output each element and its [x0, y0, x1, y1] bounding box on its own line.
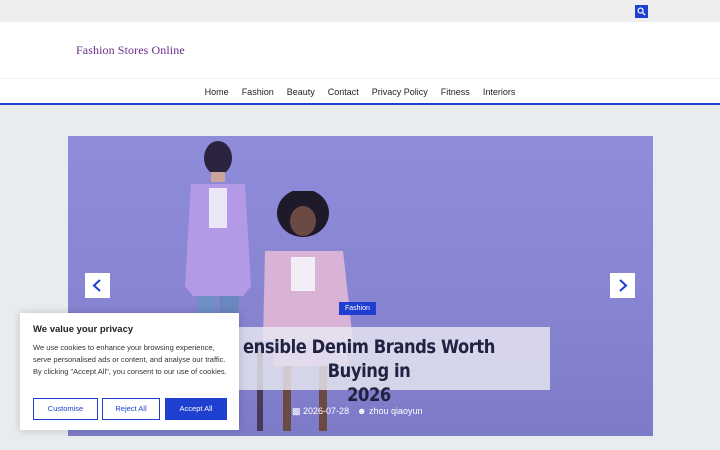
slider-prev-button[interactable] [85, 273, 110, 298]
nav-item-privacy-policy[interactable]: Privacy Policy [365, 87, 434, 97]
search-button[interactable] [635, 5, 648, 18]
search-icon [637, 7, 646, 16]
category-badge[interactable]: Fashion [339, 302, 376, 315]
slide-title-box: ensible Denim Brands Worth Buying in 202… [188, 327, 550, 406]
site-title-link[interactable]: Fashion Stores Online [76, 43, 185, 58]
post-author[interactable]: ☻ zhou qiaoyun [357, 406, 423, 416]
slide-title[interactable]: ensible Denim Brands Worth Buying in 202… [213, 335, 524, 407]
post-date-text: 2026-07-28 [303, 406, 350, 416]
nav-item-fashion[interactable]: Fashion [235, 87, 280, 97]
cookie-heading: We value your privacy [33, 324, 134, 335]
cookie-consent-banner: We value your privacy We use cookies to … [20, 313, 239, 430]
cookie-body: We use cookies to enhance your browsing … [33, 343, 227, 376]
nav-item-fitness[interactable]: Fitness [434, 87, 476, 97]
customise-button[interactable]: Customise [33, 398, 98, 420]
nav-item-beauty[interactable]: Beauty [280, 87, 321, 97]
calendar-icon: ▩ [292, 406, 301, 416]
chevron-left-icon [92, 279, 101, 292]
nav-item-contact[interactable]: Contact [321, 87, 365, 97]
slide-title-line-2: 2026 [347, 384, 391, 406]
nav-item-interiors[interactable]: Interiors [476, 87, 522, 97]
slider-next-button[interactable] [610, 273, 635, 298]
reject-all-button[interactable]: Reject All [102, 398, 160, 420]
main-nav: Home Fashion Beauty Contact Privacy Poli… [0, 78, 720, 105]
post-date[interactable]: ▩ 2026-07-28 [292, 406, 349, 417]
accept-all-button[interactable]: Accept All [165, 398, 227, 420]
chevron-right-icon [619, 279, 628, 292]
site-header: Fashion Stores Online [0, 22, 720, 78]
post-author-text: zhou qiaoyun [369, 406, 423, 416]
slide-title-line-1: ensible Denim Brands Worth Buying in [243, 336, 495, 382]
user-icon: ☻ [357, 406, 367, 416]
nav-item-home[interactable]: Home [198, 87, 235, 97]
top-bar [0, 0, 720, 22]
